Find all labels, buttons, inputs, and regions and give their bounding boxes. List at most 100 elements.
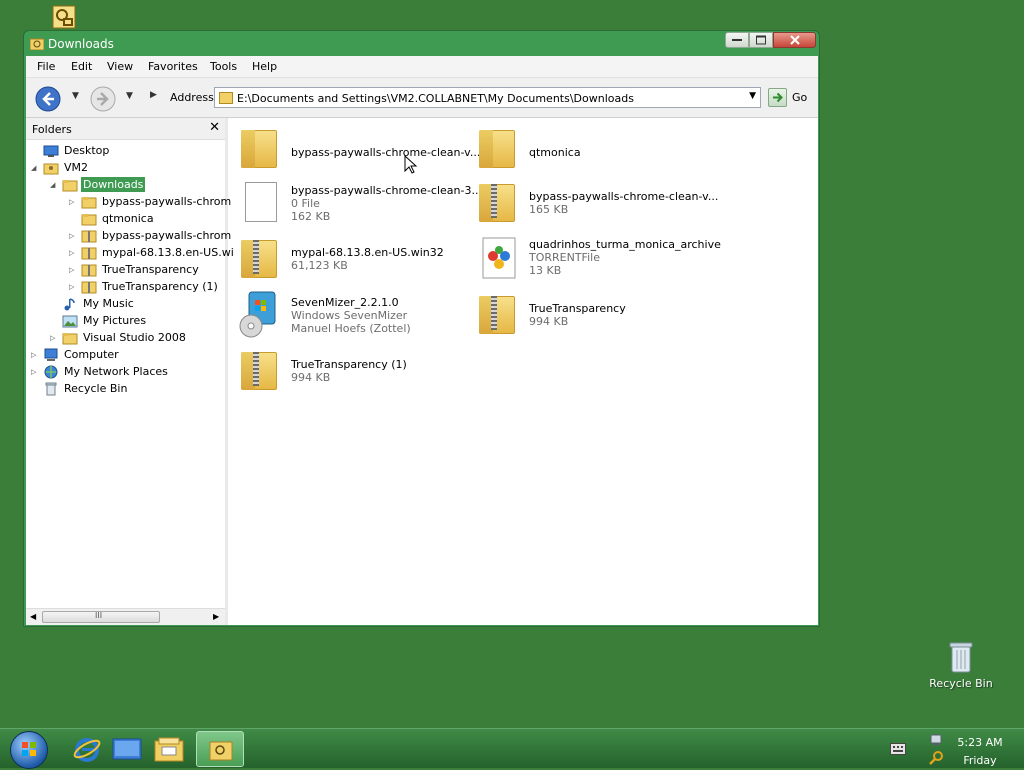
recycle-bin-icon — [949, 642, 973, 673]
window-client: File Edit View Favorites Tools Help ▼ ▼ … — [26, 56, 818, 625]
file-name: SevenMizer_2.2.1.0 — [291, 296, 399, 309]
folders-horizontal-scrollbar[interactable]: ◀ III ▶ — [26, 608, 225, 625]
file-tile[interactable]: SevenMizer_2.2.1.0 Windows SevenMizer Manu… — [237, 290, 411, 338]
menu-tools[interactable]: Tools — [210, 60, 237, 73]
clock-day: Friday — [963, 754, 997, 767]
tree-expander[interactable]: ▷ — [31, 351, 41, 359]
file-name: bypass-paywalls-chrome-clean-3.... — [291, 184, 486, 197]
file-tile[interactable]: TrueTransparency (1) 994 KB — [237, 346, 407, 394]
back-button[interactable] — [35, 86, 61, 112]
tree-item[interactable]: ◢ VM2 — [31, 159, 90, 176]
address-bar[interactable]: E:\Documents and Settings\VM2.COLLABNET\… — [214, 87, 761, 108]
address-dropdown[interactable]: ▼ — [749, 91, 756, 101]
keyboard-icon[interactable] — [890, 743, 906, 755]
forward-button[interactable] — [90, 86, 116, 112]
explorer-window: Downloads File Edit View Favorites Tools… — [23, 30, 820, 627]
tree-expander[interactable]: ▷ — [69, 198, 79, 206]
tree-item[interactable]: ▷ My Network Places — [31, 363, 170, 380]
tree-item[interactable]: ▷ bypass-paywalls-chrom — [69, 227, 233, 244]
tree-item[interactable]: ▷ Visual Studio 2008 — [50, 329, 188, 346]
folders-header: Folders ✕ — [26, 118, 225, 140]
zip-folder-icon — [237, 234, 285, 282]
file-detail: TORRENTFile — [529, 251, 600, 264]
back-history-dropdown[interactable]: ▼ — [72, 91, 79, 101]
start-button[interactable] — [10, 731, 48, 769]
go-label[interactable]: Go — [792, 91, 807, 104]
file-name: bypass-paywalls-chrome-clean-v... — [291, 146, 481, 159]
file-detail: Windows SevenMizer — [291, 309, 408, 322]
tree-item[interactable]: ▷ bypass-paywalls-chrom — [69, 193, 233, 210]
recycle-bin-icon — [45, 382, 57, 395]
menu-view[interactable]: View — [107, 60, 133, 73]
tree-item[interactable]: ▷ mypal-68.13.8.en-US.wi — [69, 244, 236, 261]
windows-explorer-icon[interactable] — [154, 735, 184, 763]
show-desktop-icon[interactable] — [112, 735, 142, 763]
file-detail: 61,123 KB — [291, 259, 348, 272]
scroll-thumb[interactable]: III — [42, 611, 160, 623]
file-tile[interactable]: quadrinhos_turma_monica_archive TORRENTFi… — [475, 234, 721, 282]
desktop-recycle-bin[interactable]: Recycle Bin — [928, 640, 994, 690]
go-button[interactable] — [768, 88, 787, 107]
tree-expander[interactable]: ▷ — [69, 283, 79, 291]
tree-item[interactable]: ▷ TrueTransparency (1) — [69, 278, 220, 295]
forward-history-dropdown[interactable]: ▼ — [126, 91, 133, 101]
title-bar[interactable]: Downloads — [24, 31, 819, 56]
file-tile[interactable]: TrueTransparency 994 KB — [475, 290, 626, 338]
search-tray-icon[interactable] — [928, 750, 944, 766]
tree-item-label: TrueTransparency — [102, 263, 199, 276]
maximize-button[interactable] — [749, 32, 773, 48]
file-text: TrueTransparency (1) 994 KB — [291, 358, 407, 394]
file-tile[interactable]: mypal-68.13.8.en-US.win32 61,123 KB — [237, 234, 444, 282]
tree-expander[interactable]: ▷ — [69, 266, 79, 274]
file-detail: 994 KB — [529, 315, 569, 328]
tree-item[interactable]: Recycle Bin — [31, 380, 129, 397]
menu-file[interactable]: File — [37, 60, 55, 73]
desktop-shortcut-icon[interactable] — [52, 5, 76, 29]
tree-expander[interactable]: ▷ — [69, 232, 79, 240]
document-icon — [237, 178, 285, 226]
tree-expander[interactable]: ▷ — [31, 368, 41, 376]
folders-close-button[interactable]: ✕ — [209, 120, 220, 135]
minimize-button[interactable] — [725, 32, 749, 48]
tree-item-label: Downloads — [81, 177, 146, 192]
tree-item[interactable]: ◢ Downloads — [50, 176, 146, 193]
tree-item-label: Computer — [64, 348, 119, 361]
menu-favorites[interactable]: Favorites — [148, 60, 198, 73]
menu-bar: File Edit View Favorites Tools Help — [26, 56, 818, 78]
file-name: TrueTransparency — [529, 302, 626, 315]
network-tray-icon[interactable] — [928, 732, 944, 748]
file-name: quadrinhos_turma_monica_archive — [529, 238, 721, 251]
tree-expander[interactable]: ▷ — [50, 334, 60, 342]
clock[interactable]: 5:23 AM Friday — [955, 734, 1005, 770]
file-tile[interactable]: bypass-paywalls-chrome-clean-v... — [237, 124, 480, 172]
file-tile[interactable]: qtmonica — [475, 124, 581, 172]
go-arrow-icon — [773, 92, 783, 103]
tree-item[interactable]: Desktop — [31, 142, 111, 159]
file-tile[interactable]: bypass-paywalls-chrome-clean-v... 165 KB — [475, 178, 718, 226]
taskbar-downloads-window[interactable] — [196, 731, 244, 767]
internet-explorer-icon[interactable] — [72, 735, 102, 763]
tree-item[interactable]: My Pictures — [50, 312, 148, 329]
tree-expander[interactable]: ▷ — [69, 249, 79, 257]
close-button[interactable] — [773, 32, 816, 48]
tree-item[interactable]: ▷ Computer — [31, 346, 121, 363]
tree-item[interactable]: My Music — [50, 295, 136, 312]
music-icon — [64, 297, 75, 310]
pictures-icon — [62, 315, 78, 327]
scroll-grip: III — [95, 611, 103, 620]
scroll-right-arrow[interactable]: ▶ — [213, 612, 219, 621]
tree-item[interactable]: ▷ TrueTransparency — [69, 261, 201, 278]
menu-edit[interactable]: Edit — [71, 60, 92, 73]
address-input[interactable]: E:\Documents and Settings\VM2.COLLABNET\… — [237, 92, 634, 105]
minimize-icon — [732, 39, 742, 41]
file-text: bypass-paywalls-chrome-clean-3.... 0 File… — [291, 184, 485, 226]
menu-help[interactable]: Help — [252, 60, 277, 73]
tree-expander[interactable]: ◢ — [31, 164, 41, 172]
tree-expander[interactable]: ◢ — [50, 181, 60, 189]
tree-item[interactable]: qtmonica — [69, 210, 156, 227]
computer-icon — [44, 348, 58, 361]
file-tile[interactable]: bypass-paywalls-chrome-clean-3.... 0 File… — [237, 178, 485, 226]
scroll-left-arrow[interactable]: ◀ — [30, 612, 36, 621]
folder-icon — [219, 92, 233, 104]
toolbar-overflow-chevron[interactable]: ▶ — [150, 90, 157, 100]
